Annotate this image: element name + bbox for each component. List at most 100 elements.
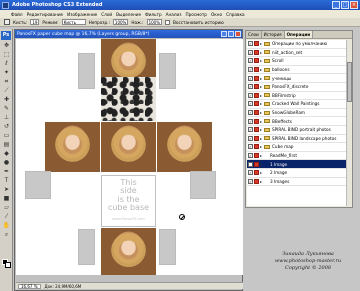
toggle-checkbox[interactable]: ✓ bbox=[248, 178, 253, 184]
lasso-tool-icon[interactable]: ℓ bbox=[2, 60, 11, 68]
pen-tool-icon[interactable]: ✒ bbox=[2, 168, 11, 176]
tab-layers[interactable]: Слои bbox=[246, 31, 262, 38]
stamp-tool-icon[interactable]: ⊥ bbox=[2, 114, 11, 122]
toggle-checkbox[interactable]: ✓ bbox=[248, 101, 253, 107]
action-row[interactable]: ✓ ▸ 3 Images bbox=[247, 178, 347, 187]
mode-select[interactable]: Кисть bbox=[61, 19, 86, 25]
menu-image[interactable]: Изображение bbox=[67, 12, 97, 17]
doc-minimize-button[interactable] bbox=[221, 31, 227, 37]
menu-view[interactable]: Просмотр bbox=[185, 12, 207, 17]
type-tool-icon[interactable]: T bbox=[2, 177, 11, 185]
healing-tool-icon[interactable]: ✚ bbox=[2, 96, 11, 104]
menu-layer[interactable]: Слой bbox=[101, 12, 112, 17]
marquee-tool-icon[interactable]: ⬚ bbox=[2, 51, 11, 59]
actions-scrollbar[interactable] bbox=[346, 40, 352, 206]
action-row[interactable]: ✓ ▸ Cracked Wall Paintings bbox=[247, 100, 347, 109]
eraser-tool-icon[interactable]: ▭ bbox=[2, 132, 11, 140]
notes-tool-icon[interactable]: ▱ bbox=[2, 204, 11, 212]
maximize-button[interactable]: □ bbox=[341, 1, 349, 9]
action-row[interactable]: ✓ ▸ balloons bbox=[247, 66, 347, 75]
toggle-checkbox[interactable]: ✓ bbox=[248, 110, 253, 116]
dialog-toggle-icon[interactable] bbox=[254, 41, 259, 47]
opacity-input[interactable]: 100% bbox=[112, 19, 129, 25]
eyedropper-tool-icon[interactable]: ⁄ bbox=[2, 213, 11, 221]
zoom-tool-icon[interactable]: ⌕ bbox=[2, 231, 11, 239]
toggle-checkbox[interactable]: ✓ bbox=[248, 58, 253, 64]
toggle-checkbox[interactable]: ✓ bbox=[248, 67, 253, 73]
dialog-toggle-icon[interactable] bbox=[254, 144, 259, 150]
dialog-toggle-icon[interactable] bbox=[254, 49, 259, 55]
dialog-toggle-icon[interactable] bbox=[254, 101, 259, 107]
history-checkbox[interactable] bbox=[165, 19, 171, 25]
tab-history[interactable]: История bbox=[262, 31, 285, 38]
dialog-toggle-icon[interactable] bbox=[254, 110, 259, 116]
toggle-checkbox[interactable]: ✓ bbox=[248, 161, 253, 167]
brush-tool-icon[interactable]: ✎ bbox=[2, 105, 11, 113]
dialog-toggle-icon[interactable] bbox=[254, 67, 259, 73]
toggle-checkbox[interactable]: ✓ bbox=[248, 127, 253, 133]
close-button[interactable]: × bbox=[350, 1, 358, 9]
dialog-toggle-icon[interactable] bbox=[254, 161, 259, 167]
tab-actions[interactable]: Операции bbox=[284, 31, 314, 38]
dodge-tool-icon[interactable]: ● bbox=[2, 159, 11, 167]
toggle-checkbox[interactable]: ✓ bbox=[248, 118, 253, 124]
action-row[interactable]: ✓ ▸ PanosFX_discrete bbox=[247, 83, 347, 92]
zoom-field[interactable]: 16,67 % bbox=[18, 283, 41, 289]
menu-filter[interactable]: Фильтр bbox=[145, 12, 162, 17]
shape-tool-icon[interactable]: ■ bbox=[2, 195, 11, 203]
toggle-checkbox[interactable]: ✓ bbox=[248, 75, 253, 81]
blur-tool-icon[interactable]: ◆ bbox=[2, 150, 11, 158]
dialog-toggle-icon[interactable] bbox=[254, 127, 259, 133]
action-row[interactable]: ✓ ▸ 1 Image bbox=[247, 160, 347, 169]
dialog-toggle-icon[interactable] bbox=[254, 75, 259, 81]
crop-tool-icon[interactable]: ⌗ bbox=[2, 78, 11, 86]
magic-wand-tool-icon[interactable]: ✦ bbox=[2, 69, 11, 77]
scrollbar-thumb[interactable] bbox=[347, 62, 352, 102]
action-row[interactable]: ✓ ▸ ученицы bbox=[247, 74, 347, 83]
background-color-swatch[interactable] bbox=[5, 262, 11, 268]
action-row[interactable]: ✓ ▸ SnowGlobeRam bbox=[247, 109, 347, 118]
toggle-checkbox[interactable]: ✓ bbox=[248, 92, 253, 98]
minimize-button[interactable]: _ bbox=[332, 1, 340, 9]
action-row[interactable]: ✓ ▸ SPIRAL BIND portrait photos bbox=[247, 126, 347, 135]
brush-picker[interactable]: 19 bbox=[30, 19, 40, 25]
toggle-checkbox[interactable]: ✓ bbox=[248, 170, 253, 176]
action-row[interactable]: ✓ ▸ ReadMe_first bbox=[247, 152, 347, 161]
menu-select[interactable]: Выделение bbox=[116, 12, 141, 17]
action-row[interactable]: ✓ ▸ Cube map bbox=[247, 143, 347, 152]
menu-edit[interactable]: Редактирование bbox=[27, 12, 64, 17]
history-brush-icon[interactable] bbox=[4, 19, 10, 25]
dialog-toggle-icon[interactable] bbox=[254, 92, 259, 98]
dialog-toggle-icon[interactable] bbox=[254, 84, 259, 90]
action-row[interactable]: ✓ ▸ Scroll bbox=[247, 57, 347, 66]
toggle-checkbox[interactable]: ✓ bbox=[248, 84, 253, 90]
toggle-checkbox[interactable]: ✓ bbox=[248, 144, 253, 150]
doc-maximize-button[interactable] bbox=[228, 31, 234, 37]
menu-help[interactable]: Справка bbox=[226, 12, 244, 17]
action-row[interactable]: ✓ ▸ niit_action_set bbox=[247, 49, 347, 58]
dialog-toggle-icon[interactable] bbox=[254, 58, 259, 64]
action-row[interactable]: ✓ ▸ Операции по умолчанию bbox=[247, 40, 347, 49]
dialog-toggle-icon[interactable] bbox=[254, 178, 259, 184]
action-row[interactable]: ✓ ▸ 2 Image bbox=[247, 169, 347, 178]
expand-arrow-icon[interactable]: ▸ bbox=[260, 153, 264, 158]
expand-arrow-icon[interactable]: ▸ bbox=[260, 170, 264, 175]
menu-window[interactable]: Окно bbox=[211, 12, 222, 17]
hand-tool-icon[interactable]: ✋ bbox=[2, 222, 11, 230]
action-row[interactable]: ✓ ▸ SPIRAL BIND landscape photos bbox=[247, 135, 347, 144]
toggle-checkbox[interactable]: ✓ bbox=[248, 49, 253, 55]
menu-file[interactable]: Файл bbox=[11, 12, 23, 17]
dialog-toggle-icon[interactable] bbox=[254, 118, 259, 124]
toggle-checkbox[interactable]: ✓ bbox=[248, 41, 253, 47]
doc-close-button[interactable] bbox=[235, 31, 241, 37]
action-row[interactable]: ✓ ▸ BBeffects bbox=[247, 117, 347, 126]
dialog-toggle-icon[interactable] bbox=[254, 135, 259, 141]
document-canvas[interactable]: This side is the cube base www.PanosFX.c… bbox=[16, 39, 243, 275]
dialog-toggle-icon[interactable] bbox=[254, 153, 259, 159]
flow-input[interactable]: 100% bbox=[146, 19, 163, 25]
slice-tool-icon[interactable]: ⟋ bbox=[2, 87, 11, 95]
toggle-checkbox[interactable]: ✓ bbox=[248, 153, 253, 159]
history-brush-tool-icon[interactable]: ↺ bbox=[2, 123, 11, 131]
toggle-checkbox[interactable]: ✓ bbox=[248, 135, 253, 141]
menu-analysis[interactable]: Анализ bbox=[166, 12, 182, 17]
